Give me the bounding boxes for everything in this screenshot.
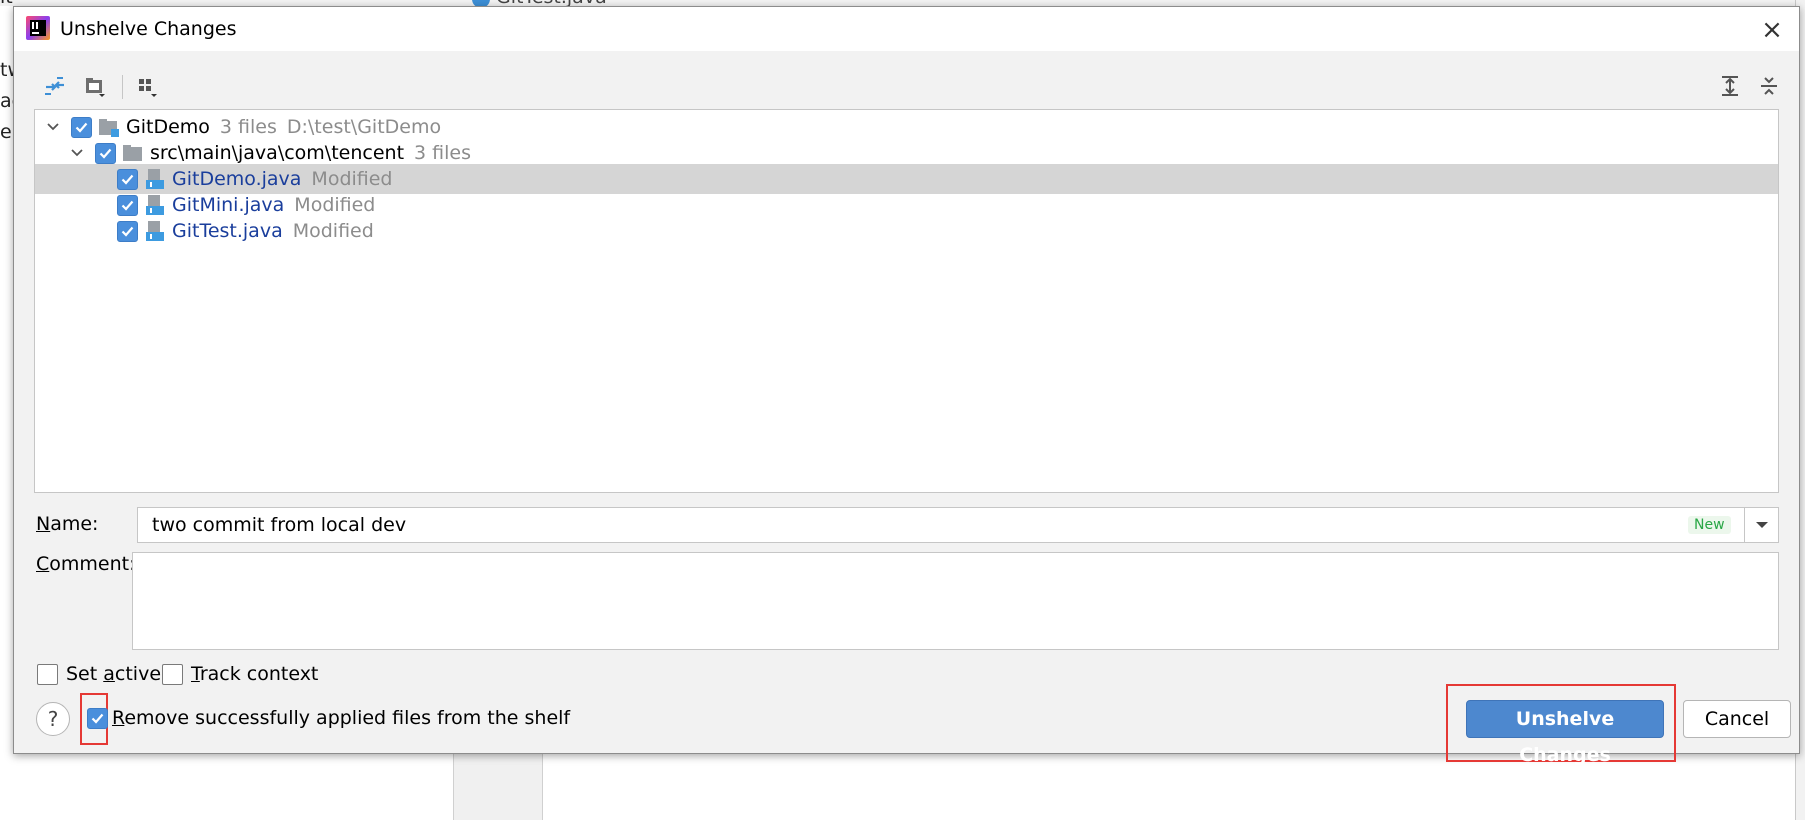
changes-tree: GitDemo 3 files D:\test\GitDemo src\main… — [34, 109, 1779, 493]
track-context-option[interactable]: Track context — [162, 663, 318, 685]
background-left-text: er — [0, 121, 13, 143]
background-left-text: ac — [0, 90, 13, 112]
background-left-text: tw — [0, 59, 13, 81]
track-context-checkbox[interactable] — [162, 663, 183, 685]
dialog-toolbar — [14, 69, 1799, 105]
file-status: Modified — [294, 194, 376, 216]
tree-node-file[interactable]: GitTest.java Modified — [35, 216, 1778, 246]
file-status: Modified — [292, 220, 374, 242]
set-active-option[interactable]: Set active — [37, 663, 161, 685]
comment-label-text: omment: — [49, 553, 136, 575]
file-checkbox[interactable] — [117, 220, 138, 242]
folder-icon — [122, 142, 144, 164]
unshelve-changes-button[interactable]: Unshelve Changes — [1466, 700, 1664, 766]
toolbar-separator — [122, 75, 123, 99]
java-file-icon — [144, 168, 166, 190]
folder-move-icon[interactable] — [78, 69, 112, 103]
background-editor-gutter — [453, 752, 543, 820]
file-name: GitTest.java — [172, 220, 283, 242]
chevron-down-icon[interactable] — [45, 119, 61, 135]
file-status: Modified — [311, 168, 393, 190]
name-input[interactable] — [138, 508, 1742, 542]
group-by-icon[interactable] — [130, 69, 164, 103]
intellij-app-icon — [26, 16, 50, 40]
name-dropdown-button[interactable] — [1744, 508, 1778, 542]
collapse-all-icon[interactable] — [1752, 69, 1786, 103]
set-active-checkbox[interactable] — [37, 663, 58, 685]
name-label: Name: — [36, 513, 98, 535]
set-active-label: Set active — [66, 663, 162, 685]
close-icon[interactable]: × — [1757, 15, 1787, 45]
module-file-count: 3 files — [219, 116, 277, 138]
dialog-title: Unshelve Changes — [60, 18, 237, 40]
remove-applied-label: Remove successfully applied files from t… — [112, 707, 571, 729]
expand-all-icon[interactable] — [1713, 69, 1747, 103]
name-label-text: ame: — [50, 513, 99, 535]
merge-icon[interactable] — [38, 69, 72, 103]
module-checkbox[interactable] — [71, 116, 92, 138]
chevron-down-icon[interactable] — [69, 145, 85, 161]
module-name: GitDemo — [126, 116, 210, 138]
module-path: D:\test\GitDemo — [286, 116, 442, 138]
file-checkbox[interactable] — [117, 194, 138, 216]
cancel-button[interactable]: Cancel — [1683, 700, 1791, 738]
remove-applied-option[interactable]: Remove successfully applied files from t… — [87, 707, 570, 729]
comment-label: Comment: — [36, 553, 136, 575]
package-name: src\main\java\com\tencent — [150, 142, 405, 164]
package-checkbox[interactable] — [95, 142, 116, 164]
background-left-text: it to dev — [0, 0, 13, 8]
file-checkbox[interactable] — [117, 168, 138, 190]
java-file-icon — [144, 194, 166, 216]
file-name: GitMini.java — [172, 194, 285, 216]
remove-applied-checkbox[interactable] — [87, 707, 108, 729]
comment-label-mnemonic: C — [36, 553, 50, 575]
comment-textarea[interactable] — [132, 552, 1779, 650]
new-badge: New — [1688, 516, 1731, 534]
unshelve-changes-dialog: Unshelve Changes × GitDemo 3 files D:\te… — [13, 6, 1800, 766]
dialog-titlebar: Unshelve Changes × — [14, 7, 1799, 51]
name-label-mnemonic: N — [36, 513, 51, 535]
module-folder-icon — [98, 116, 120, 138]
track-context-label: Track context — [191, 663, 319, 685]
java-file-icon — [144, 220, 166, 242]
chevron-down-icon — [1755, 522, 1768, 528]
file-name: GitDemo.java — [172, 168, 302, 190]
help-button[interactable]: ? — [36, 702, 70, 736]
package-file-count: 3 files — [414, 142, 471, 164]
name-combobox: New — [137, 507, 1779, 543]
